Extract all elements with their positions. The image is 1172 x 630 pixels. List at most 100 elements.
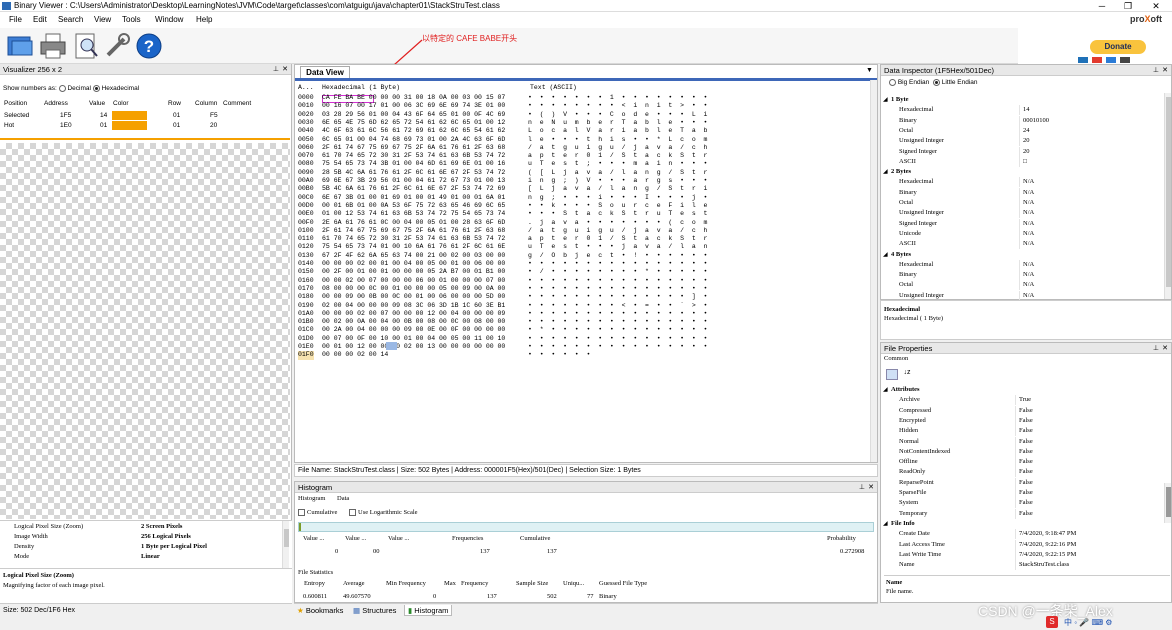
hex-bytes[interactable]: 75 54 65 73 74 3B 01 00 04 6D 61 69 6E 0…	[322, 160, 505, 168]
hex-bytes[interactable]: 2F 61 74 67 75 69 67 75 2F 6A 61 76 61 2…	[322, 144, 505, 152]
property-value[interactable]: 20	[1023, 147, 1030, 157]
properties-scrollbar[interactable]	[282, 521, 289, 568]
hex-ascii[interactable]: L o c a l V a r i a b l e T a b	[528, 127, 707, 135]
property-value[interactable]: 7/4/2020, 9:22:15 PM	[1019, 550, 1076, 560]
property-value[interactable]: □	[1023, 157, 1027, 167]
property-value[interactable]: 7/4/2020, 9:22:16 PM	[1019, 540, 1076, 550]
hex-ascii[interactable]: • ( ) V • • • C o d e • • • L i	[528, 111, 707, 119]
menu-view[interactable]: View	[94, 15, 111, 24]
hexadecimal-radio[interactable]	[92, 85, 100, 92]
hex-bytes[interactable]: 2F 61 74 67 75 69 67 75 2F 6A 61 76 61 2…	[322, 227, 505, 235]
hex-ascii[interactable]: [ L j a v a / l a n g / S t r i	[528, 185, 707, 193]
hex-bytes[interactable]: 2E 6A 61 76 61 0C 00 04 00 05 01 00 28 6…	[322, 219, 505, 227]
hex-ascii[interactable]: • • • • • • • • • • • • • • • •	[528, 318, 707, 326]
prop-value[interactable]: 2 Screen Pixels	[141, 523, 182, 530]
hex-ascii[interactable]: • • • • • • • • • • • • • • • •	[528, 277, 707, 285]
tray-icons[interactable]: 中 ◦ 🎤 ⌨ ⚙	[1064, 617, 1112, 628]
hex-bytes[interactable]: 6E 67 3B 01 00 01 69 01 00 01 49 01 00 0…	[322, 194, 505, 202]
hex-bytes[interactable]: CA FE BA BE 00 00 00 31 00 18 0A 00 03 0…	[322, 94, 505, 102]
hex-ascii[interactable]: ( [ L j a v a / l a n g / S t r	[528, 169, 707, 177]
close-icon[interactable]: ✕	[1146, 0, 1166, 12]
tab-structures[interactable]: ▦ Structures	[350, 605, 399, 616]
selected-byte[interactable]	[386, 342, 397, 350]
hex-ascii[interactable]: • • • S t a c k S t r u T e s t	[528, 210, 707, 218]
categorized-icon[interactable]	[886, 369, 898, 380]
property-value[interactable]: False	[1019, 437, 1033, 447]
dropdown-icon[interactable]: ▼	[866, 67, 873, 74]
ime-icon[interactable]: S	[1046, 616, 1058, 628]
close-panel-icon[interactable]: ✕	[1162, 343, 1168, 354]
hex-ascii[interactable]: • • k • • • S o u r c e F i l e	[528, 202, 707, 210]
property-value[interactable]: N/A	[1023, 188, 1034, 198]
hex-ascii[interactable]: • • • • • • • • • • • • • • • •	[528, 310, 707, 318]
close-panel-icon[interactable]: ✕	[1162, 65, 1168, 76]
property-value[interactable]: N/A	[1023, 208, 1034, 218]
hex-bytes[interactable]: 00 00 02 00 07 00 00 00 06 00 01 00 00 0…	[322, 277, 505, 285]
property-value[interactable]: False	[1019, 426, 1033, 436]
property-value[interactable]: N/A	[1023, 260, 1034, 270]
property-value[interactable]: True	[1019, 395, 1031, 405]
menu-help[interactable]: Help	[196, 15, 212, 24]
inspector-scrollbar[interactable]	[1164, 93, 1171, 299]
property-value[interactable]: N/A	[1023, 219, 1034, 229]
property-value[interactable]: N/A	[1023, 280, 1034, 290]
hex-ascii[interactable]: n g ; • • • i • • • I • • • j •	[528, 194, 707, 202]
hex-bytes[interactable]: 6C 65 01 00 04 74 68 69 73 01 00 2A 4C 6…	[322, 136, 505, 144]
tools-icon[interactable]	[102, 31, 132, 61]
hex-bytes[interactable]: 61 70 74 65 72 30 31 2F 53 74 61 63 6B 5…	[322, 152, 505, 160]
hex-ascii[interactable]: • • • • • • • • • • • • • • • •	[528, 260, 707, 268]
hex-ascii[interactable]: • / • • • • • • • • * • • • • •	[528, 268, 707, 276]
property-value[interactable]: False	[1019, 416, 1033, 426]
pin-icon[interactable]: ⊥	[859, 482, 865, 493]
property-value[interactable]: False	[1019, 467, 1033, 477]
data-view-scrollbar[interactable]	[870, 80, 877, 462]
hex-bytes[interactable]: 00 2F 00 01 00 01 00 00 00 05 2A B7 00 0…	[322, 268, 505, 276]
section-header[interactable]: Attributes	[891, 385, 920, 395]
property-value[interactable]: N/A	[1023, 239, 1034, 249]
collapse-triangle-icon[interactable]: ◢	[883, 168, 888, 175]
pixel-canvas[interactable]	[0, 143, 290, 519]
restore-icon[interactable]: ❐	[1118, 0, 1138, 12]
print-preview-icon[interactable]	[71, 31, 101, 61]
section-header[interactable]: File Info	[891, 519, 915, 529]
hex-bytes[interactable]: 00 00 00 02 00 01 00 04 00 05 00 01 00 0…	[322, 260, 505, 268]
hex-bytes[interactable]: 00 2A 00 04 00 00 00 09 00 0E 00 0F 00 0…	[322, 326, 505, 334]
fp-scrollbar[interactable]	[1164, 483, 1171, 523]
hex-ascii[interactable]: a p t e r 0 1 / S t a c k S t r	[528, 235, 707, 243]
tab-bookmarks[interactable]: ★ Bookmarks	[294, 605, 346, 616]
hex-ascii[interactable]: • • • • • •	[528, 351, 590, 359]
hex-bytes[interactable]: 67 2F 4F 62 6A 65 63 74 00 21 00 02 00 0…	[322, 252, 505, 260]
property-value[interactable]: False	[1019, 447, 1033, 457]
open-folder-icon[interactable]	[5, 31, 35, 61]
hex-ascii[interactable]: • • • • • • • • • • • • • • ] •	[528, 293, 707, 301]
property-value[interactable]: N/A	[1023, 177, 1034, 187]
property-value[interactable]: N/A	[1023, 270, 1034, 280]
property-value[interactable]: False	[1019, 406, 1033, 416]
collapse-triangle-icon[interactable]: ◢	[883, 251, 888, 258]
tab-histogram[interactable]: Histogram	[298, 494, 325, 504]
hex-bytes[interactable]: 00 00 00 02 00 07 00 00 00 12 00 04 00 0…	[322, 310, 505, 318]
prop-value[interactable]: 1 Byte per Logical Pixel	[141, 543, 207, 550]
hex-ascii[interactable]: • • • • • • • • • • • • • • • •	[528, 343, 707, 351]
hex-bytes[interactable]: 61 70 74 65 72 30 31 2F 53 74 61 63 6B 5…	[322, 235, 505, 243]
pin-icon[interactable]: ⊥	[1153, 65, 1159, 76]
log-scale-checkbox[interactable]: Use Logarithmic Scale	[349, 508, 418, 518]
menu-window[interactable]: Window	[155, 15, 183, 24]
histogram-chart[interactable]	[298, 522, 874, 532]
property-value[interactable]: 14	[1023, 105, 1030, 115]
property-value[interactable]: 20	[1023, 136, 1030, 146]
hex-bytes[interactable]: 75 54 65 73 74 01 00 10 6A 61 76 61 2F 6…	[322, 243, 505, 251]
hex-ascii[interactable]: g / O b j e c t • ! • • • • • •	[528, 252, 707, 260]
close-panel-icon[interactable]: ✕	[282, 64, 288, 75]
hex-bytes[interactable]: 00 07 00 0F 00 10 00 01 00 04 00 05 00 1…	[322, 335, 505, 343]
property-value[interactable]: N/A	[1023, 198, 1034, 208]
hex-ascii[interactable]: / a t g u i g u / j a v a / c h	[528, 144, 707, 152]
property-value[interactable]: N/A	[1023, 229, 1034, 239]
help-icon[interactable]: ?	[134, 31, 164, 61]
little-endian-radio[interactable]	[932, 79, 940, 86]
property-value[interactable]: False	[1019, 509, 1033, 519]
hex-bytes[interactable]: 28 5B 4C 6A 61 76 61 2F 6C 61 6E 67 2F 5…	[322, 169, 505, 177]
pin-icon[interactable]: ⊥	[1153, 343, 1159, 354]
section-header[interactable]: 2 Bytes	[891, 167, 911, 177]
section-header[interactable]: 1 Byte	[891, 95, 909, 105]
